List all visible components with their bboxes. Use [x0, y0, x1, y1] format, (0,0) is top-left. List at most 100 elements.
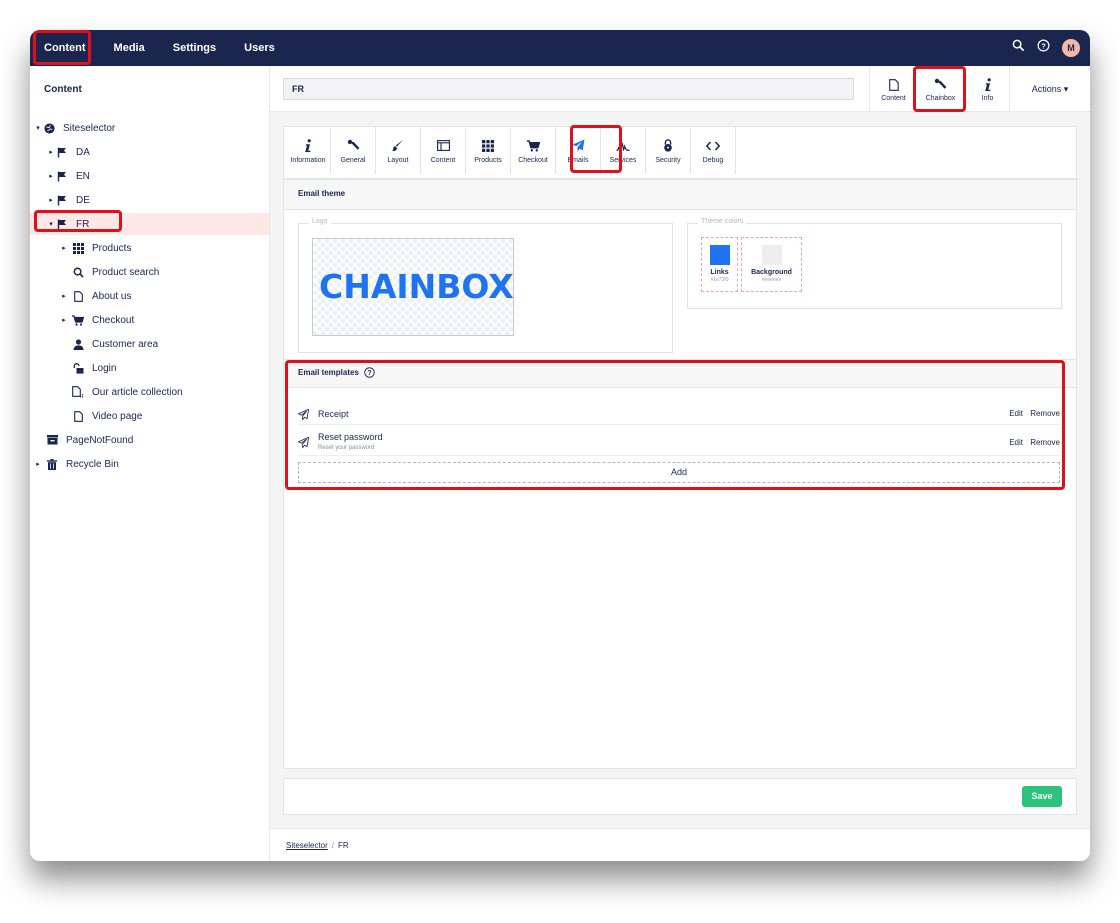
- app-info[interactable]: Info: [964, 66, 1011, 112]
- remove-template-button[interactable]: Remove: [1030, 409, 1060, 418]
- tree-item-fr[interactable]: ▾ FR: [30, 213, 269, 235]
- caret-right-icon[interactable]: ▸: [47, 196, 55, 204]
- editor-main: FR Content Chainbox Info Actions ▾ Infor…: [270, 66, 1090, 861]
- breadcrumb-siteselector[interactable]: Siteselector: [286, 841, 328, 850]
- trash-icon: [45, 457, 59, 471]
- tab-layout[interactable]: Layout: [376, 127, 421, 174]
- avatar[interactable]: M: [1062, 39, 1080, 57]
- save-button[interactable]: Save: [1022, 786, 1062, 807]
- breadcrumb-items: Siteselector / FR: [286, 841, 349, 850]
- caret-right-icon[interactable]: ▸: [60, 316, 68, 324]
- tab-general[interactable]: General: [331, 127, 376, 174]
- help-icon[interactable]: ?: [364, 367, 375, 378]
- tree-item-siteselector[interactable]: ▾ Siteselector: [30, 117, 269, 139]
- section-settings[interactable]: Settings: [159, 30, 230, 66]
- color-swatch-links[interactable]: Links #1e73f0: [701, 237, 738, 292]
- template-name: Receipt: [318, 409, 349, 419]
- tree-item-recycle-bin[interactable]: ▸ Recycle Bin: [30, 453, 269, 475]
- edit-template-button[interactable]: Edit: [1009, 409, 1023, 418]
- info-icon: [304, 138, 312, 154]
- tree-item-customer-area[interactable]: Customer area: [30, 333, 269, 355]
- tab-content[interactable]: Content: [421, 127, 466, 174]
- remove-template-button[interactable]: Remove: [1030, 438, 1060, 447]
- tree-item-checkout[interactable]: ▸ Checkout: [30, 309, 269, 331]
- tree-item-de[interactable]: ▸ DE: [30, 189, 269, 211]
- documents-icon: [71, 385, 85, 399]
- tab-label: Content: [430, 156, 456, 164]
- app-label: Chainbox: [925, 94, 956, 102]
- actions-menu-button[interactable]: Actions ▾: [1009, 66, 1090, 112]
- document-icon: [888, 77, 899, 93]
- template-row-reset-password[interactable]: Reset password Reset your password Edit …: [297, 426, 1060, 456]
- tree-item-login[interactable]: Login: [30, 357, 269, 379]
- email-templates-title-row: Email templates ?: [298, 367, 375, 378]
- tab-products[interactable]: Products: [466, 127, 511, 174]
- caret-down-icon[interactable]: ▾: [34, 124, 42, 132]
- tree-item-pagenotfound[interactable]: PageNotFound: [30, 429, 269, 451]
- tree-item-video-page[interactable]: Video page: [30, 405, 269, 427]
- paper-plane-icon: [572, 138, 585, 154]
- color-swatch-background[interactable]: Background #eeeeee: [741, 237, 802, 292]
- theme-colors-legend: Theme colors: [698, 218, 747, 225]
- top-right-tools: ? M: [1012, 30, 1080, 66]
- swatch-name: Background: [751, 269, 792, 276]
- caret-right-icon[interactable]: ▸: [60, 292, 68, 300]
- tab-label: Information: [290, 156, 326, 164]
- tab-label: Services: [609, 156, 637, 164]
- caret-right-icon[interactable]: ▸: [47, 148, 55, 156]
- search-icon[interactable]: [1012, 39, 1025, 57]
- tab-security[interactable]: Security: [646, 127, 691, 174]
- tree-item-label: DA: [76, 146, 90, 158]
- tab-label: Security: [655, 156, 681, 164]
- caret-right-icon[interactable]: ▸: [47, 172, 55, 180]
- swatch-value: #eeeeee: [761, 277, 782, 283]
- caret-right-icon[interactable]: ▸: [60, 244, 68, 252]
- swatch-name: Links: [710, 269, 729, 276]
- node-name-input[interactable]: FR: [283, 78, 854, 100]
- flag-icon: [55, 193, 69, 207]
- lock-icon: [663, 138, 673, 154]
- app-window: Content Media Settings Users ? M Content…: [30, 30, 1090, 861]
- info-icon: [984, 77, 992, 93]
- section-media[interactable]: Media: [100, 30, 159, 66]
- section-users[interactable]: Users: [230, 30, 289, 66]
- tree-item-about-us[interactable]: ▸ About us: [30, 285, 269, 307]
- caret-down-icon[interactable]: ▾: [47, 220, 55, 228]
- template-row-receipt[interactable]: Receipt Edit Remove: [297, 403, 1060, 425]
- add-template-button[interactable]: Add: [298, 462, 1060, 483]
- tree-item-da[interactable]: ▸ DA: [30, 141, 269, 163]
- tab-label: Products: [474, 156, 502, 164]
- breadcrumb: Siteselector / FR: [270, 828, 1090, 861]
- theme-colors-fieldset: Theme colors Links #1e73f0 Background #e…: [687, 218, 1062, 309]
- tab-emails[interactable]: Emails: [556, 127, 601, 174]
- svg-text:?: ?: [367, 370, 371, 377]
- tab-information[interactable]: Information: [286, 127, 331, 174]
- tree-item-products[interactable]: ▸ Products: [30, 237, 269, 259]
- code-icon: [706, 138, 720, 154]
- editor-header: FR Content Chainbox Info Actions ▾: [270, 66, 1090, 112]
- tab-label: Checkout: [518, 156, 548, 164]
- template-name: Reset password: [318, 432, 383, 442]
- tree-item-label: Siteselector: [63, 122, 116, 134]
- section-content[interactable]: Content: [30, 30, 100, 66]
- tree-item-label: Customer area: [92, 338, 159, 350]
- email-templates-title: Email templates: [298, 368, 359, 377]
- tab-services[interactable]: Services: [601, 127, 646, 174]
- email-templates-header: [284, 359, 1076, 388]
- logo-preview[interactable]: CHAINBOX: [312, 238, 514, 336]
- unlock-icon: [71, 361, 85, 375]
- tab-checkout[interactable]: Checkout: [511, 127, 556, 174]
- tree-item-product-search[interactable]: Product search: [30, 261, 269, 283]
- help-icon[interactable]: ?: [1037, 39, 1050, 57]
- tree-item-article-collection[interactable]: Our article collection: [30, 381, 269, 403]
- edit-template-button[interactable]: Edit: [1009, 438, 1023, 447]
- app-content[interactable]: Content: [870, 66, 917, 112]
- app-chainbox[interactable]: Chainbox: [917, 66, 964, 112]
- app-label: Info: [981, 94, 994, 102]
- caret-right-icon[interactable]: ▸: [34, 460, 42, 468]
- cart-icon: [71, 313, 85, 327]
- tree-item-en[interactable]: ▸ EN: [30, 165, 269, 187]
- tab-debug[interactable]: Debug: [691, 127, 736, 174]
- tree-item-label: Video page: [92, 410, 143, 422]
- editor-panel: Information General Layout Content Produ…: [283, 125, 1078, 769]
